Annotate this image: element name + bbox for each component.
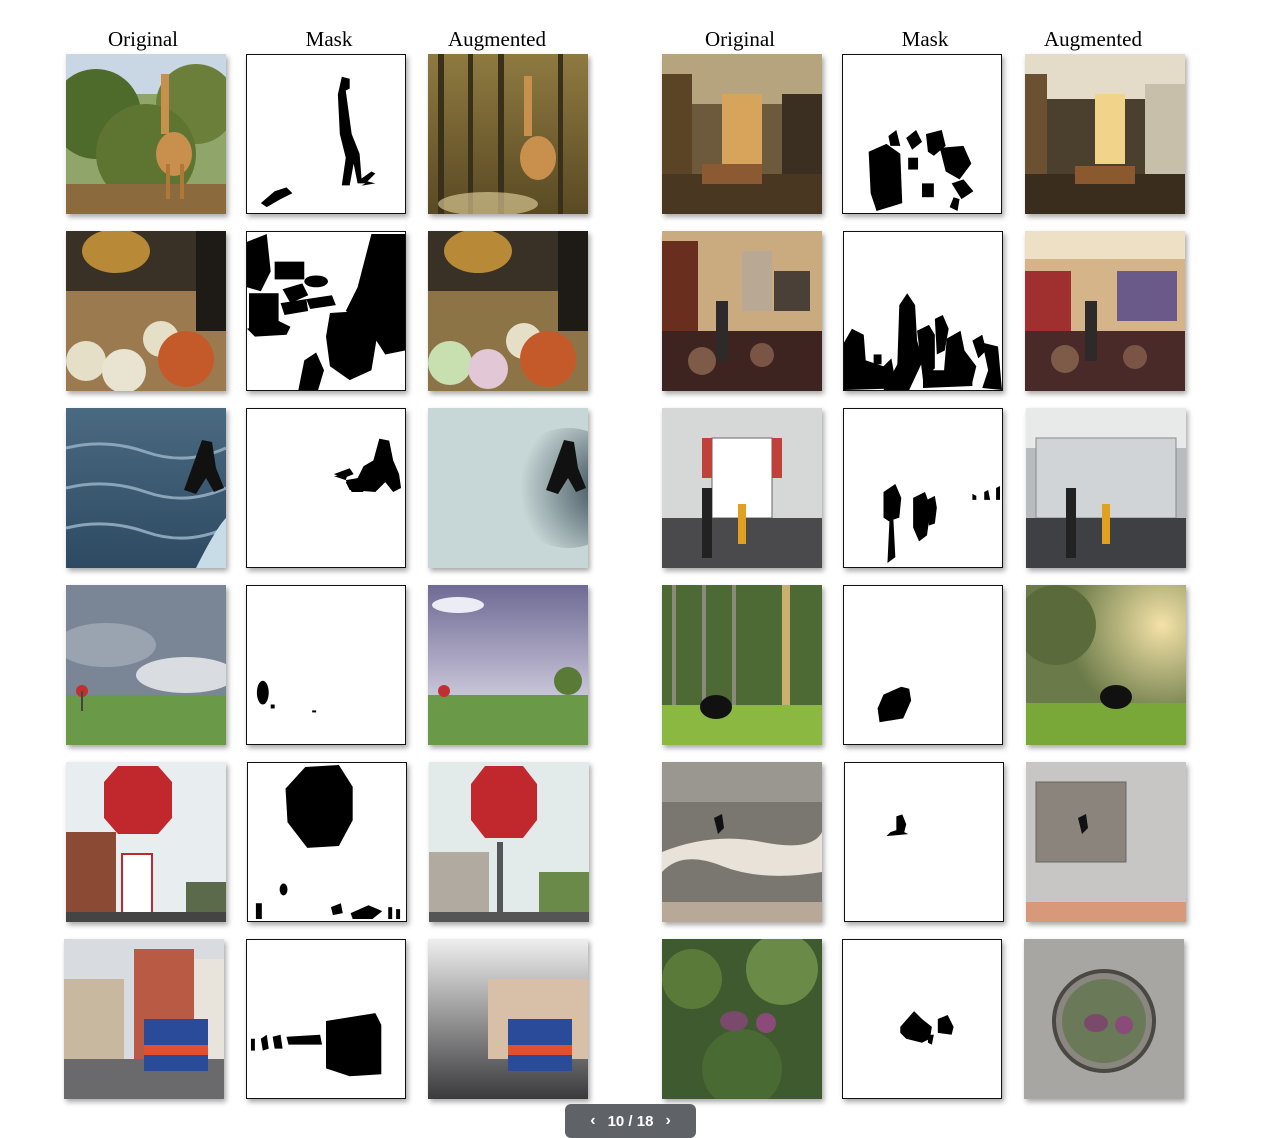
mask-image-party-room xyxy=(843,231,1003,391)
mask-image-cloudy-field xyxy=(246,585,406,745)
mask-image-bear-forest xyxy=(843,585,1003,745)
augmented-image-party-room xyxy=(1025,231,1185,391)
augmented-image-jungle-elephant xyxy=(1024,939,1184,1099)
augmented-image-ferry-deck xyxy=(1026,408,1186,568)
original-image-pizza-kitchen xyxy=(66,231,226,391)
pagination-control: ‹ 10 / 18 › xyxy=(565,1104,696,1138)
header-augmented-left: Augmented xyxy=(448,27,546,51)
header-original-left: Original xyxy=(108,27,178,51)
original-image-jungle-elephant xyxy=(662,939,822,1099)
mask-image-surfer xyxy=(246,408,406,568)
mask-image-ferry-deck xyxy=(843,408,1003,568)
augmented-image-giraffe xyxy=(428,54,588,214)
header-mask-left: Mask xyxy=(305,27,353,51)
mask-image-bus-street xyxy=(246,939,406,1099)
original-image-stop-sign xyxy=(66,762,226,922)
augmented-image-bear-forest xyxy=(1026,585,1186,745)
header-augmented-right: Augmented xyxy=(1044,27,1142,51)
augmented-image-surfer xyxy=(428,408,588,568)
augmented-image-living-room xyxy=(1025,54,1185,214)
mask-image-jungle-elephant xyxy=(842,939,1002,1099)
augmented-image-cloudy-field xyxy=(428,585,588,745)
mask-image-stop-sign xyxy=(247,762,407,922)
page-indicator: 10 / 18 xyxy=(607,1112,654,1130)
mask-image-living-room xyxy=(842,54,1002,214)
original-image-cloudy-field xyxy=(66,585,226,745)
augmented-image-bus-street xyxy=(428,939,588,1099)
original-image-bus-street xyxy=(64,939,224,1099)
mask-image-wave-surfer xyxy=(844,762,1004,922)
augmented-image-wave-surfer xyxy=(1026,762,1186,922)
original-image-bear-forest xyxy=(662,585,822,745)
header-mask-right: Mask xyxy=(901,27,949,51)
original-image-ferry-deck xyxy=(662,408,822,568)
original-image-surfer xyxy=(66,408,226,568)
original-image-party-room xyxy=(662,231,822,391)
header-original-right: Original xyxy=(705,27,775,51)
chevron-left-icon[interactable]: ‹ xyxy=(590,1112,595,1130)
chevron-right-icon[interactable]: › xyxy=(665,1112,670,1130)
mask-image-pizza-kitchen xyxy=(246,231,406,391)
original-image-living-room xyxy=(662,54,822,214)
augmented-image-pizza-kitchen xyxy=(428,231,588,391)
original-image-wave-surfer xyxy=(662,762,822,922)
augmented-image-stop-sign xyxy=(429,762,589,922)
mask-image-giraffe xyxy=(246,54,406,214)
original-image-giraffe xyxy=(66,54,226,214)
